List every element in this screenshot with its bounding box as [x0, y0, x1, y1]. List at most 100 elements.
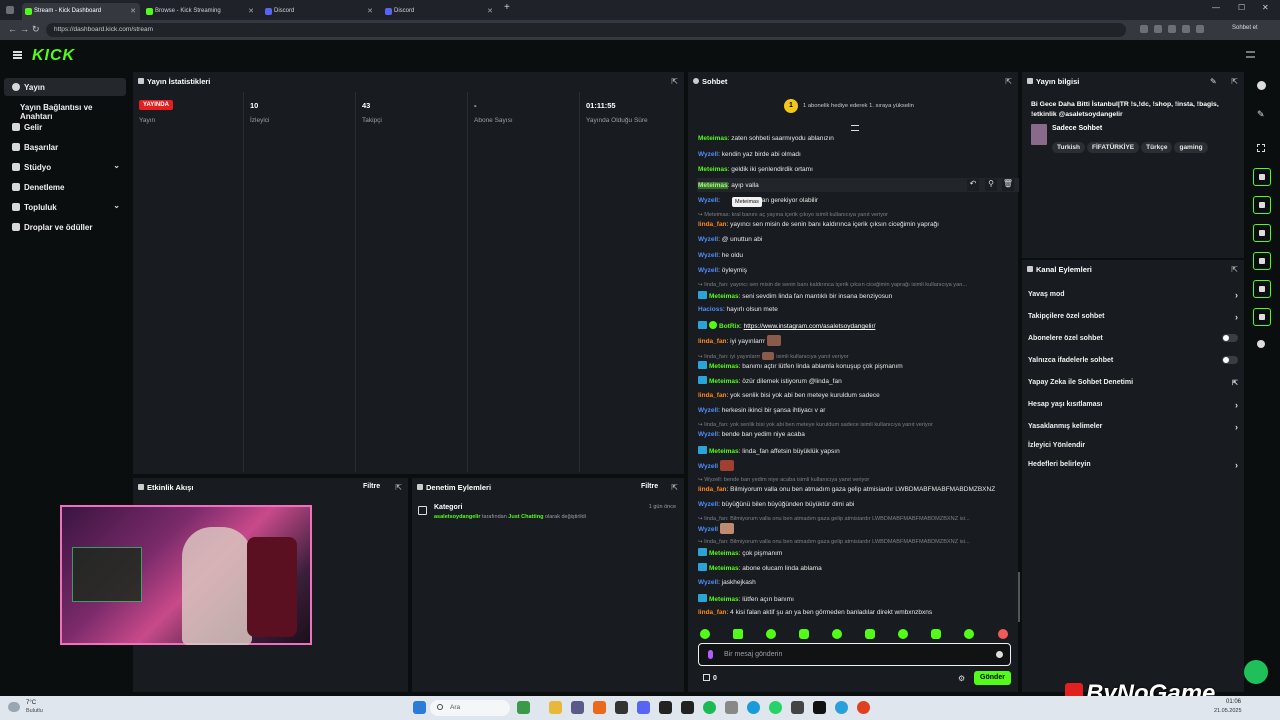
collapse-icon[interactable] — [1246, 51, 1255, 58]
emote-icon[interactable] — [898, 629, 908, 639]
info-icon[interactable] — [1257, 81, 1266, 90]
delete-icon[interactable]: 🗑 — [1002, 179, 1014, 191]
quick-action-host-icon[interactable] — [1253, 252, 1271, 270]
emoji-picker-icon[interactable] — [996, 651, 1003, 658]
start-icon[interactable] — [413, 701, 426, 714]
chrome-app-icon[interactable] — [857, 701, 870, 714]
app-icon[interactable] — [615, 701, 628, 714]
action-host-viewers[interactable]: İzleyici Yönlendir — [1028, 442, 1240, 449]
emotes-only-toggle[interactable] — [1222, 356, 1238, 364]
action-slow-mode[interactable]: Yavaş mod › — [1028, 290, 1240, 300]
chat-settings-icon[interactable]: ⚙ — [958, 674, 965, 683]
chat-message-input[interactable]: Bir mesaj gönderin — [698, 643, 1011, 666]
nav-item-topluluk[interactable]: Topluluk ⌄ — [4, 198, 126, 216]
extension-icon[interactable] — [1168, 25, 1176, 33]
app-icon[interactable] — [791, 701, 804, 714]
emote-icon[interactable] — [998, 629, 1008, 639]
emote-icon[interactable] — [964, 629, 974, 639]
reload-icon[interactable]: ↻ — [32, 24, 40, 35]
emote-icon[interactable] — [832, 629, 842, 639]
nav-item-studyo[interactable]: Stüdyo ⌄ — [4, 158, 126, 176]
action-subscribers-only[interactable]: Abonelere özel sohbet — [1028, 334, 1240, 342]
profile-button[interactable]: Sohbet et — [1232, 25, 1258, 31]
back-icon[interactable]: ← — [8, 24, 17, 34]
extension-icon[interactable] — [1182, 25, 1190, 33]
category-name[interactable]: Sadece Sohbet — [1052, 125, 1102, 132]
emote-icon[interactable] — [766, 629, 776, 639]
discord-app-icon[interactable] — [637, 701, 650, 714]
quick-action-chat-icon[interactable] — [1253, 224, 1271, 242]
close-tab-icon[interactable]: ✕ — [367, 7, 373, 15]
edit-icon[interactable]: ✎ — [1210, 77, 1217, 86]
close-window-button[interactable]: ✕ — [1262, 3, 1269, 12]
nav-item-gelir[interactable]: Gelir — [4, 118, 126, 136]
popout-icon[interactable]: ⇱ — [671, 77, 678, 86]
action-account-age[interactable]: Hesap yaşı kısıtlaması › — [1028, 400, 1240, 410]
app-icon[interactable] — [593, 701, 606, 714]
tab-kick-dashboard[interactable]: Stream - Kick Dashboard ✕ — [22, 3, 140, 20]
popout-icon[interactable]: ⇱ — [1231, 77, 1238, 86]
tiktok-app-icon[interactable] — [813, 701, 826, 714]
taskbar-search[interactable]: Ara — [430, 700, 510, 716]
tag-chip[interactable]: Turkish — [1052, 142, 1085, 153]
nav-item-droplar[interactable]: Droplar ve ödüller — [4, 218, 126, 236]
share-icon[interactable] — [1257, 340, 1265, 348]
tab-kick-browse[interactable]: Browse - Kick Streaming ✕ — [143, 3, 258, 20]
emote-icon[interactable] — [799, 629, 809, 639]
tag-chip[interactable]: gaming — [1174, 142, 1208, 153]
action-emotes-only[interactable]: Yalnızca ifadelerle sohbet — [1028, 356, 1240, 364]
action-banned-words[interactable]: Yasaklanmış kelimeler › — [1028, 422, 1240, 432]
popout-icon[interactable]: ⇱ — [1005, 77, 1012, 86]
popout-icon[interactable]: ⇱ — [395, 483, 402, 492]
tab-search-icon[interactable] — [6, 6, 14, 14]
popout-icon[interactable]: ⇱ — [671, 483, 678, 492]
close-tab-icon[interactable]: ✕ — [487, 7, 493, 15]
extension-icon[interactable] — [1140, 25, 1148, 33]
chat-bubble-fab-icon[interactable] — [1244, 660, 1268, 684]
mic-icon[interactable] — [708, 650, 713, 659]
tag-chip[interactable]: FİFATÜRKİYE — [1087, 142, 1140, 153]
emote-icon[interactable] — [700, 629, 710, 639]
emote-icon[interactable] — [865, 629, 875, 639]
chat-message-hovered[interactable]: Meteimas: ayıp valla ↶ ⚲ 🗑 — [697, 178, 1019, 192]
app-icon[interactable] — [571, 701, 584, 714]
kick-logo[interactable]: KICK — [32, 47, 75, 65]
forward-icon[interactable]: → — [20, 24, 29, 34]
points-counter[interactable]: 0 — [703, 674, 717, 682]
reply-icon[interactable]: ↶ — [967, 179, 979, 191]
spotify-app-icon[interactable] — [703, 701, 716, 714]
moderation-filter-button[interactable]: Filtre — [641, 483, 658, 490]
menu-icon[interactable] — [13, 51, 22, 59]
edge-app-icon[interactable] — [747, 701, 760, 714]
whatsapp-app-icon[interactable] — [769, 701, 782, 714]
activity-filter-button[interactable]: Filtre — [363, 483, 380, 490]
pencil-icon[interactable]: ✎ — [1257, 109, 1265, 120]
app-icon[interactable] — [659, 701, 672, 714]
pinned-leaderboard[interactable]: 1 1 abonelik hediye ederek 1. sıraya yük… — [784, 99, 934, 114]
quick-action-bookmark-icon[interactable] — [1253, 196, 1271, 214]
nav-item-basarilar[interactable]: Başarılar — [4, 138, 126, 156]
pin-icon[interactable]: ⚲ — [985, 179, 997, 191]
quick-action-calendar-icon[interactable] — [1253, 280, 1271, 298]
send-button[interactable]: Gönder — [974, 671, 1011, 685]
close-tab-icon[interactable]: ✕ — [130, 7, 136, 15]
collapse-pinned-icon[interactable] — [851, 125, 859, 131]
chat-scrollbar[interactable] — [1018, 572, 1020, 622]
nav-item-yayin[interactable]: Yayın — [4, 78, 126, 96]
minimize-button[interactable]: — — [1212, 3, 1220, 12]
emote-icon[interactable] — [733, 629, 743, 639]
popout-icon[interactable]: ⇱ — [1231, 265, 1238, 274]
files-app-icon[interactable] — [549, 701, 562, 714]
quick-action-wrench-icon[interactable] — [1253, 308, 1271, 326]
extension-icon[interactable] — [1196, 25, 1204, 33]
chat-link[interactable]: https://www.instagram.com/asaletsoydange… — [744, 323, 876, 330]
nav-item-denetleme[interactable]: Denetleme — [4, 178, 126, 196]
tab-discord-1[interactable]: Discord ✕ — [262, 3, 377, 20]
url-field[interactable]: https://dashboard.kick.com/stream — [46, 23, 1126, 37]
tab-discord-2[interactable]: Discord ✕ — [382, 3, 497, 20]
close-tab-icon[interactable]: ✕ — [248, 7, 254, 15]
action-ai-moderation[interactable]: Yapay Zeka ile Sohbet Denetimi ⇱ — [1028, 379, 1240, 387]
tag-chip[interactable]: Türkçe — [1141, 142, 1173, 153]
app-icon[interactable] — [681, 701, 694, 714]
new-tab-button[interactable]: + — [504, 2, 510, 13]
